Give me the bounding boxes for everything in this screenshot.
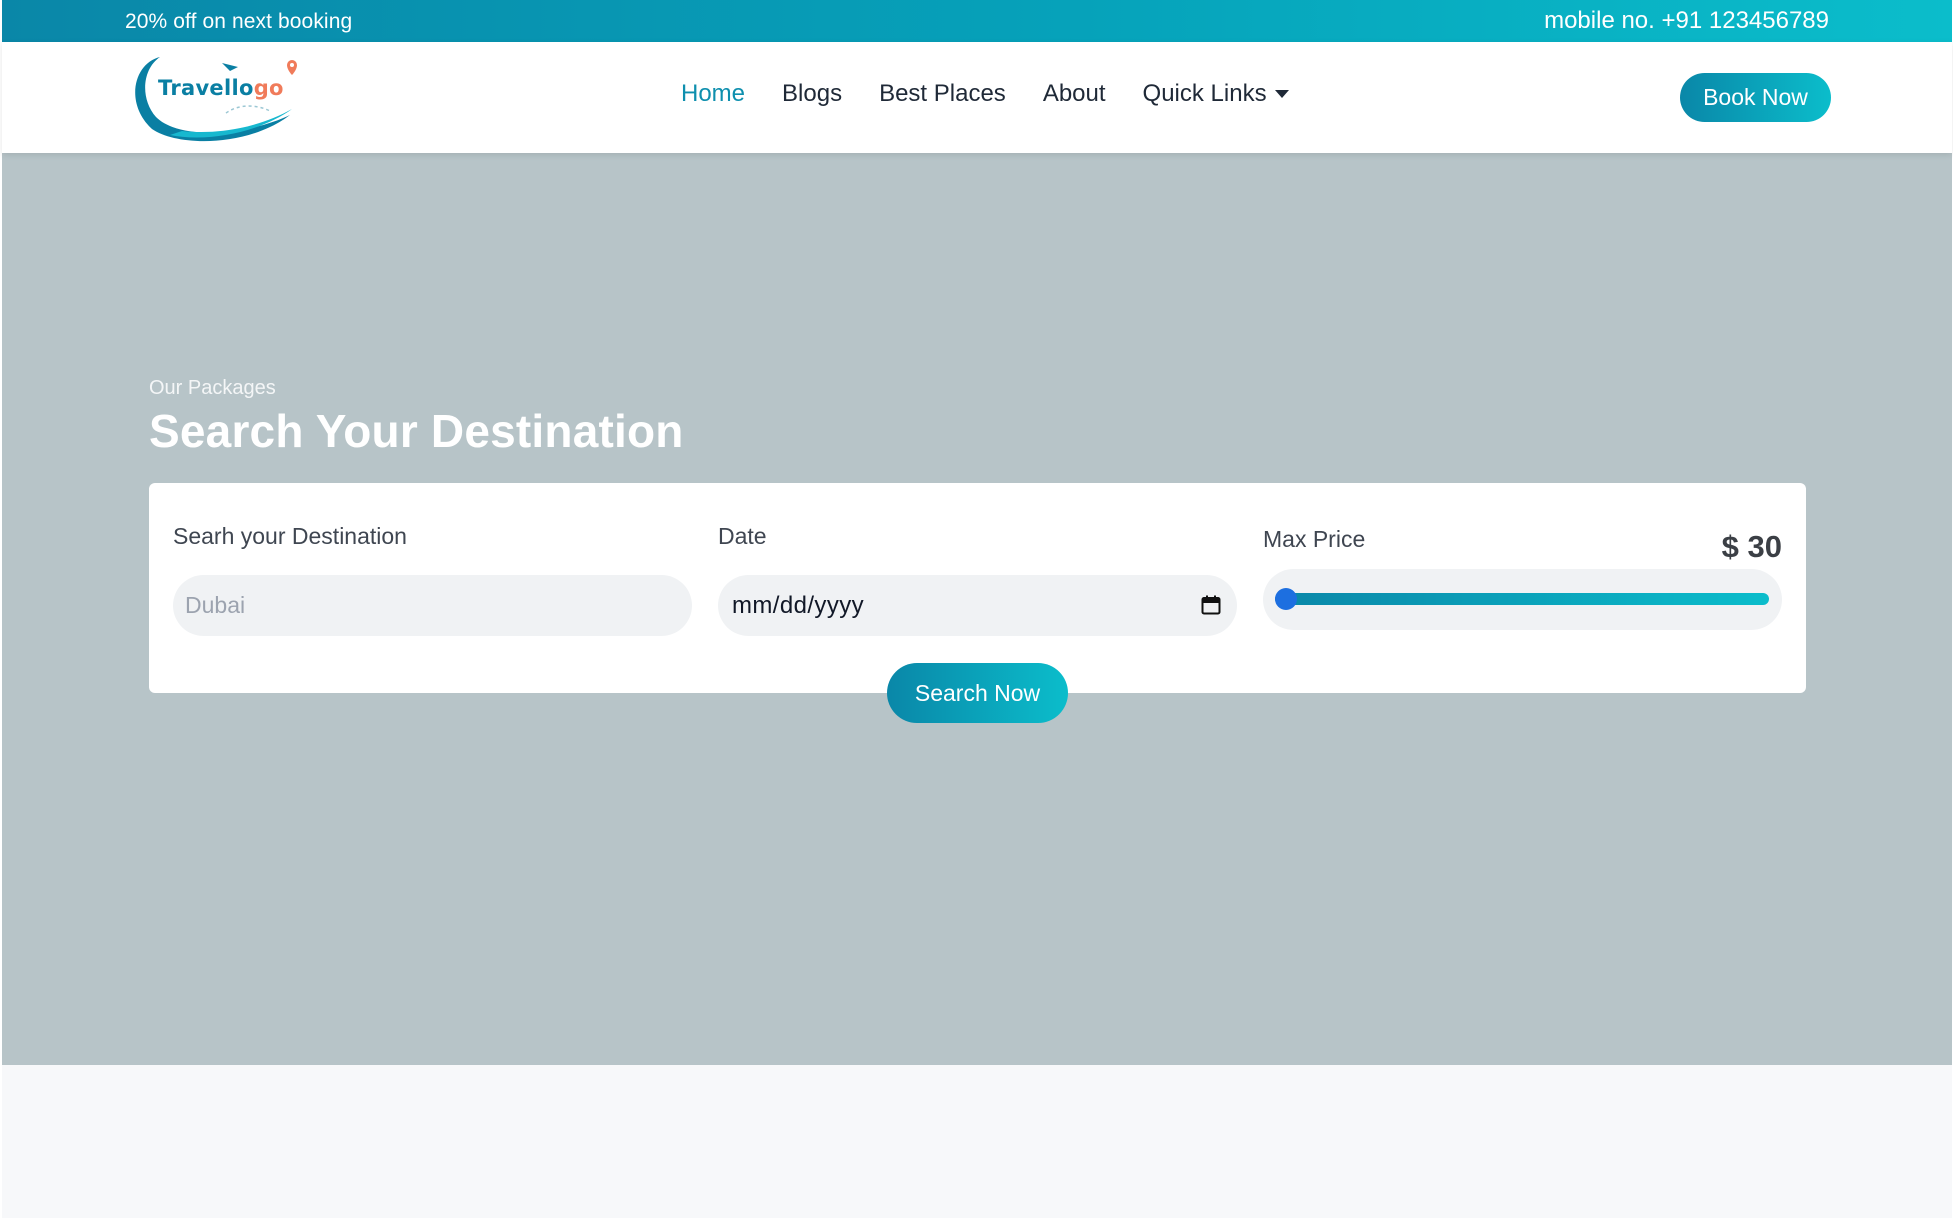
logo-name-main: Travello — [158, 76, 254, 100]
phone-number[interactable]: mobile no. +91 123456789 — [1544, 7, 1829, 35]
search-now-button[interactable]: Search Now — [887, 663, 1068, 723]
book-now-button[interactable]: Book Now — [1680, 73, 1831, 122]
price-slider[interactable] — [1263, 569, 1782, 630]
promo-bar: 20% off on next booking mobile no. +91 1… — [2, 0, 1952, 42]
price-slider-track[interactable] — [1275, 593, 1769, 605]
section-eyebrow: Our Packages — [149, 377, 276, 399]
hero-headline: Search Your Destination — [149, 405, 684, 457]
date-input[interactable]: mm/dd/yyyy — [718, 575, 1237, 636]
nav-item-blogs[interactable]: Blogs — [782, 80, 842, 108]
nav-item-best-places[interactable]: Best Places — [879, 80, 1006, 108]
nav-item-quick-links[interactable]: Quick Links — [1143, 80, 1289, 108]
main-navbar: Travellogo Home Blogs Best Places About … — [2, 42, 1952, 153]
destination-label: Searh your Destination — [173, 523, 407, 549]
page: 20% off on next booking mobile no. +91 1… — [0, 0, 1953, 1218]
date-label: Date — [718, 523, 767, 549]
max-price-label: Max Price — [1263, 526, 1366, 552]
max-price-value: $ 30 — [1721, 529, 1782, 564]
nav-menu: Home Blogs Best Places About Quick Links — [681, 80, 1326, 108]
search-form-card: Searh your Destination Date mm/dd/yyyy M… — [149, 483, 1806, 693]
nav-item-home[interactable]: Home — [681, 80, 745, 108]
date-placeholder: mm/dd/yyyy — [732, 591, 865, 619]
price-slider-thumb[interactable] — [1275, 588, 1297, 610]
logo-name-accent: go — [253, 76, 284, 100]
caret-down-icon — [1274, 90, 1289, 98]
promo-text: 20% off on next booking — [125, 10, 353, 33]
logo-wordmark: Travellogo — [158, 76, 284, 100]
logo[interactable]: Travellogo — [130, 51, 300, 143]
calendar-icon[interactable] — [1201, 595, 1221, 615]
hero-section: Our Packages Search Your Destination Sea… — [2, 153, 1952, 1065]
quick-links-label: Quick Links — [1142, 80, 1267, 107]
below-hero-section — [2, 1065, 1952, 1218]
destination-input[interactable] — [173, 575, 692, 636]
nav-item-about[interactable]: About — [1043, 80, 1106, 108]
